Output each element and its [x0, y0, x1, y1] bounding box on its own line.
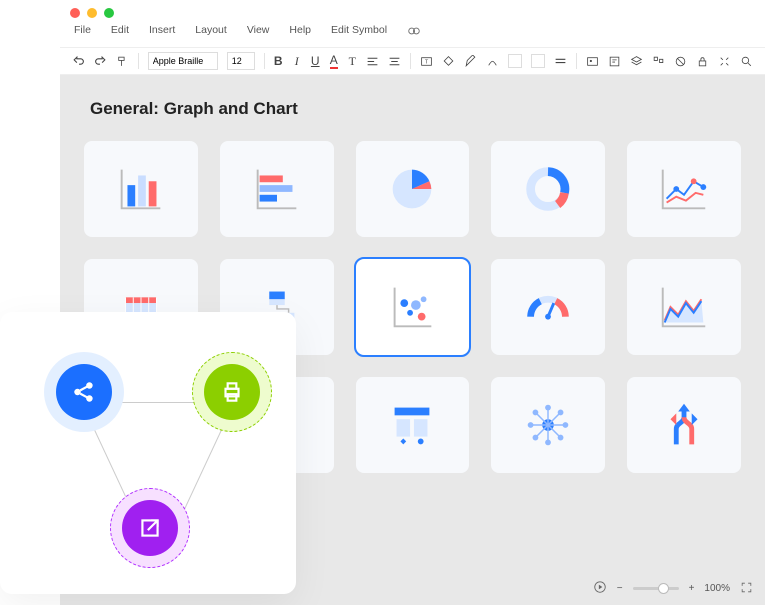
menu-insert[interactable]: Insert — [149, 24, 175, 41]
italic-button[interactable]: I — [292, 54, 302, 68]
lock-button[interactable] — [696, 54, 709, 68]
redo-button[interactable] — [94, 54, 107, 68]
menubar: File Edit Insert Layout View Help Edit S… — [60, 20, 765, 47]
statusbar: − + 100% — [593, 580, 753, 597]
underline-button[interactable]: U — [310, 54, 320, 68]
divider — [410, 53, 411, 69]
divider — [138, 53, 139, 69]
toolbar: B I U A T T — [60, 47, 765, 75]
fullscreen-button[interactable] — [740, 581, 753, 597]
shape-bar-chart[interactable] — [84, 141, 198, 237]
zoom-slider[interactable] — [633, 587, 679, 590]
line-style-button[interactable] — [554, 54, 567, 68]
image-button[interactable] — [586, 54, 599, 68]
shape-horizontal-bar-chart[interactable] — [220, 141, 334, 237]
zoom-out-button[interactable]: − — [617, 583, 623, 594]
maximize-window-button[interactable] — [104, 8, 114, 18]
menu-edit[interactable]: Edit — [111, 24, 129, 41]
layers-button[interactable] — [630, 54, 643, 68]
fill-button[interactable] — [442, 54, 455, 68]
shape-gauge-chart[interactable] — [491, 259, 605, 355]
open-external-icon — [122, 500, 178, 556]
minimize-window-button[interactable] — [87, 8, 97, 18]
mask-button[interactable] — [674, 54, 687, 68]
note-button[interactable] — [608, 54, 621, 68]
shape-merge-arrows[interactable] — [627, 377, 741, 473]
bold-button[interactable]: B — [273, 54, 283, 68]
zoom-label[interactable]: 100% — [704, 583, 730, 594]
menu-edit-symbol[interactable]: Edit Symbol — [331, 24, 387, 41]
overlay-diagram — [0, 312, 296, 594]
fill-color-swatch[interactable] — [508, 54, 522, 68]
format-painter-button[interactable] — [116, 54, 129, 68]
shape-scatter-chart[interactable] — [356, 259, 470, 355]
shape-pie-chart[interactable] — [356, 141, 470, 237]
search-button[interactable] — [740, 54, 753, 68]
presentation-button[interactable] — [593, 580, 607, 597]
shape-donut-chart[interactable] — [491, 141, 605, 237]
svg-text:T: T — [425, 59, 429, 65]
align-left-button[interactable] — [366, 54, 379, 68]
align-center-button[interactable] — [388, 54, 401, 68]
text-tool-button[interactable]: T — [348, 54, 358, 68]
zoom-in-button[interactable]: + — [689, 583, 695, 594]
align-objects-button[interactable] — [652, 54, 665, 68]
text-box-button[interactable]: T — [420, 54, 433, 68]
font-family-select[interactable] — [148, 52, 218, 70]
divider — [576, 53, 577, 69]
menu-view[interactable]: View — [247, 24, 270, 41]
shape-flowchart[interactable] — [356, 377, 470, 473]
copilot-icon[interactable] — [407, 24, 421, 41]
overlay-node-open[interactable] — [110, 488, 190, 568]
font-size-select[interactable] — [227, 52, 255, 70]
close-window-button[interactable] — [70, 8, 80, 18]
print-icon — [204, 364, 260, 420]
titlebar — [60, 0, 765, 20]
menu-help[interactable]: Help — [289, 24, 311, 41]
shape-network-chart[interactable] — [491, 377, 605, 473]
font-color-button[interactable]: A — [329, 54, 339, 68]
overlay-node-print[interactable] — [192, 352, 272, 432]
stroke-color-swatch[interactable] — [531, 54, 545, 68]
edge — [122, 402, 202, 403]
share-icon — [56, 364, 112, 420]
canvas-title: General: Graph and Chart — [90, 99, 741, 119]
shape-area-chart[interactable] — [627, 259, 741, 355]
undo-button[interactable] — [72, 54, 85, 68]
settings-button[interactable] — [718, 54, 731, 68]
menu-file[interactable]: File — [74, 24, 91, 41]
menu-layout[interactable]: Layout — [195, 24, 227, 41]
shape-line-chart[interactable] — [627, 141, 741, 237]
brush-button[interactable] — [464, 54, 477, 68]
overlay-node-share[interactable] — [44, 352, 124, 432]
line-button[interactable] — [486, 54, 499, 68]
divider — [264, 53, 265, 69]
